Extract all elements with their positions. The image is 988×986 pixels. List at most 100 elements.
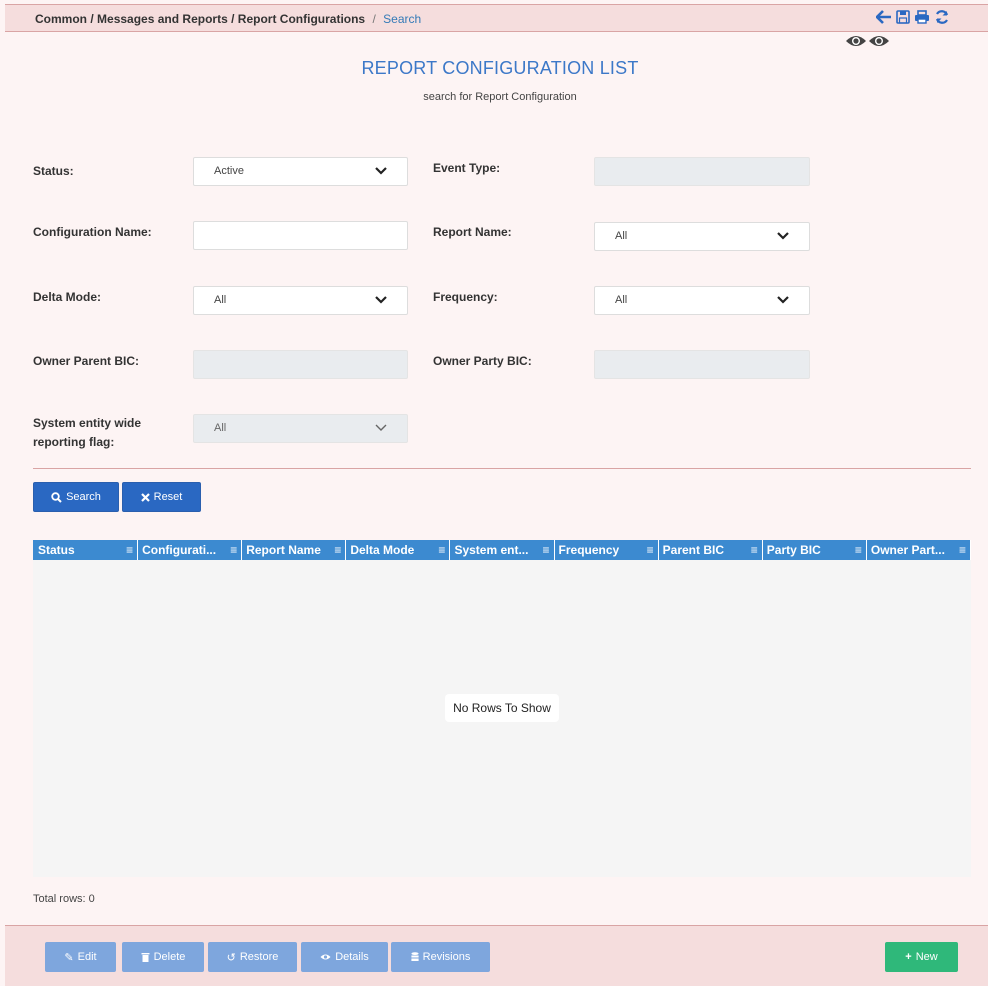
- column-header-configuration-name[interactable]: Configurati... ≡: [138, 540, 243, 560]
- column-header-system-entity[interactable]: System ent... ≡: [450, 540, 555, 560]
- search-button-label: Search: [66, 491, 101, 503]
- configuration-name-label: Configuration Name:: [33, 225, 152, 239]
- column-header-report-name[interactable]: Report Name ≡: [242, 540, 347, 560]
- event-type-field: [594, 157, 810, 186]
- menu-icon[interactable]: ≡: [647, 543, 654, 557]
- reset-button[interactable]: Reset: [122, 482, 201, 512]
- breadcrumb-item-search: Search: [383, 12, 422, 26]
- details-button-label: Details: [335, 951, 369, 963]
- report-name-label: Report Name:: [433, 225, 512, 239]
- column-header-frequency[interactable]: Frequency ≡: [555, 540, 659, 560]
- column-title: Status: [38, 543, 75, 557]
- eye-icon: [320, 954, 331, 960]
- column-title: Report Name: [246, 543, 321, 557]
- menu-icon[interactable]: ≡: [543, 543, 550, 557]
- refresh-icon[interactable]: [934, 10, 950, 24]
- owner-parent-bic-field: [193, 350, 408, 379]
- close-icon: [140, 492, 150, 502]
- column-title: Frequency: [558, 543, 620, 557]
- trash-icon: [141, 953, 150, 962]
- column-header-owner-party[interactable]: Owner Part... ≡: [867, 540, 971, 560]
- save-icon[interactable]: [896, 10, 910, 24]
- eye-icon[interactable]: [845, 34, 867, 48]
- delta-mode-label: Delta Mode:: [33, 290, 102, 304]
- breadcrumb-item-report-configurations[interactable]: Report Configurations: [238, 12, 365, 26]
- delta-mode-value: All: [214, 294, 227, 306]
- reset-button-label: Reset: [153, 491, 183, 503]
- print-icon[interactable]: [914, 10, 930, 24]
- revisions-button-label: Revisions: [422, 951, 471, 963]
- column-title: Delta Mode: [350, 543, 415, 557]
- new-button-label: New: [915, 951, 938, 963]
- page-title: REPORT CONFIGURATION LIST: [361, 58, 639, 78]
- column-title: Owner Part...: [870, 543, 945, 557]
- form-divider: [33, 468, 971, 469]
- eye-icon[interactable]: [868, 34, 890, 48]
- chevron-down-icon: [777, 232, 789, 240]
- chevron-down-icon: [375, 424, 387, 431]
- owner-parent-bic-label: Owner Parent BIC:: [33, 354, 140, 368]
- grid-header: Status ≡ Configurati... ≡ Report Name ≡ Del…: [33, 540, 971, 560]
- column-title: Parent BIC: [662, 543, 725, 557]
- menu-icon[interactable]: ≡: [334, 543, 341, 557]
- menu-icon[interactable]: ≡: [855, 543, 862, 557]
- event-type-label: Event Type:: [433, 161, 501, 175]
- history-icon: ↺: [226, 951, 236, 964]
- status-select[interactable]: Active: [193, 157, 408, 186]
- menu-icon[interactable]: ≡: [230, 543, 237, 557]
- revisions-button[interactable]: Revisions: [391, 942, 490, 972]
- column-title: System ent...: [454, 543, 529, 557]
- edit-icon: ✎: [64, 951, 74, 964]
- edit-button[interactable]: ✎ Edit: [45, 942, 116, 972]
- chevron-down-icon: [375, 296, 387, 304]
- breadcrumb-separator: /: [372, 12, 376, 26]
- top-bar: Common / Messages and Reports / Report C…: [5, 4, 988, 32]
- column-title: Configurati...: [142, 543, 217, 557]
- footer-bar: ✎ Edit Delete ↺ Restore Details Revision…: [5, 925, 988, 986]
- status-value: Active: [214, 165, 244, 177]
- menu-icon[interactable]: ≡: [438, 543, 445, 557]
- details-button[interactable]: Details: [301, 942, 388, 972]
- system-flag-label: System entity wide reporting flag:: [33, 414, 141, 452]
- restore-button[interactable]: ↺ Restore: [208, 942, 297, 972]
- column-header-delta-mode[interactable]: Delta Mode ≡: [346, 540, 451, 560]
- chevron-down-icon: [777, 296, 789, 304]
- search-button[interactable]: Search: [33, 482, 119, 512]
- menu-icon[interactable]: ≡: [126, 543, 133, 557]
- search-icon: [51, 491, 62, 503]
- delta-mode-select[interactable]: All: [193, 286, 408, 315]
- total-rows: Total rows: 0: [33, 893, 95, 905]
- page-subtitle: search for Report Configuration: [423, 91, 577, 103]
- frequency-select[interactable]: All: [594, 286, 810, 315]
- visibility-toggles: [845, 34, 890, 48]
- breadcrumb-item-messages-and-reports[interactable]: Messages and Reports: [97, 12, 228, 26]
- owner-party-bic-field: [594, 350, 810, 379]
- frequency-value: All: [615, 294, 628, 306]
- column-header-party-bic[interactable]: Party BIC ≡: [763, 540, 867, 560]
- report-name-value: All: [615, 230, 628, 242]
- breadcrumb-separator: /: [90, 12, 94, 26]
- menu-icon[interactable]: ≡: [751, 543, 758, 557]
- owner-party-bic-label: Owner Party BIC:: [433, 354, 532, 368]
- system-flag-label-line1: System entity wide: [33, 416, 142, 430]
- report-name-select[interactable]: All: [594, 222, 810, 251]
- edit-button-label: Edit: [77, 951, 97, 963]
- delete-button[interactable]: Delete: [122, 942, 204, 972]
- new-button[interactable]: + New: [885, 942, 958, 972]
- arrow-left-icon[interactable]: [876, 10, 892, 24]
- system-flag-label-line2: reporting flag:: [33, 435, 115, 449]
- breadcrumb: Common / Messages and Reports / Report C…: [35, 12, 421, 26]
- restore-button-label: Restore: [239, 951, 279, 963]
- breadcrumb-item-common[interactable]: Common: [35, 12, 87, 26]
- plus-icon: +: [905, 951, 912, 963]
- column-header-parent-bic[interactable]: Parent BIC ≡: [659, 540, 763, 560]
- empty-grid-message: No Rows To Show: [445, 694, 559, 722]
- menu-icon[interactable]: ≡: [959, 543, 966, 557]
- status-label: Status:: [33, 164, 74, 178]
- system-flag-value: All: [214, 422, 227, 434]
- configuration-name-input[interactable]: [193, 221, 408, 250]
- chevron-down-icon: [375, 167, 387, 175]
- column-header-status[interactable]: Status ≡: [34, 540, 139, 560]
- results-grid: Status ≡ Configurati... ≡ Report Name ≡ Del…: [33, 540, 971, 877]
- delete-button-label: Delete: [153, 951, 186, 963]
